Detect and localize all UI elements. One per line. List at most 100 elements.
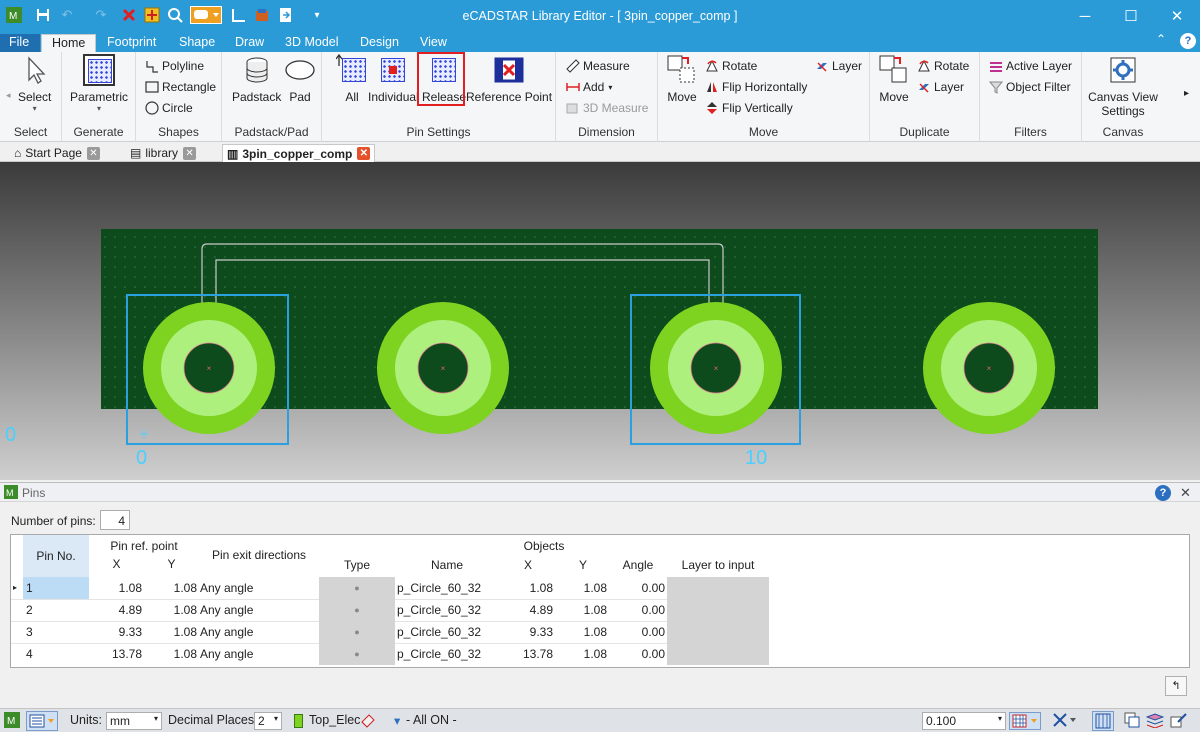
- tab-footprint[interactable]: Footprint: [97, 34, 166, 52]
- table-row[interactable]: 3 9.33 1.08 Any angle ● p_Circle_60_32 9…: [11, 621, 769, 643]
- pad-4[interactable]: ×: [923, 302, 1055, 434]
- decimal-places-select[interactable]: 2 ▾: [254, 712, 282, 730]
- duplicate-layer-button[interactable]: Layer: [916, 78, 964, 96]
- cell-ref-y[interactable]: 1.08: [144, 577, 199, 599]
- copy-view-icon[interactable]: [1124, 712, 1140, 731]
- tab-shape[interactable]: Shape: [169, 34, 225, 52]
- close-tab-icon[interactable]: ✕: [183, 146, 197, 160]
- tab-3d-model[interactable]: 3D Model: [275, 34, 349, 52]
- padstack-button[interactable]: Padstack: [232, 54, 281, 104]
- cell-obj-y[interactable]: 1.08: [557, 643, 609, 665]
- cell-layer-to-input[interactable]: [667, 621, 769, 643]
- flip-horizontally-button[interactable]: Flip Horizontally: [704, 78, 807, 96]
- cell-ref-y[interactable]: 1.08: [144, 643, 199, 665]
- table-row[interactable]: 4 13.78 1.08 Any angle ● p_Circle_60_32 …: [11, 643, 769, 665]
- tab-design[interactable]: Design: [350, 34, 409, 52]
- header-pin-exit-directions[interactable]: Pin exit directions: [199, 548, 319, 562]
- cell-obj-y[interactable]: 1.08: [557, 599, 609, 621]
- cell-layer-to-input[interactable]: [667, 577, 769, 599]
- cell-exit-direction[interactable]: Any angle: [199, 621, 319, 643]
- active-layer-status[interactable]: Top_Elec: [309, 713, 360, 727]
- filter-status[interactable]: - All ON -: [406, 713, 457, 727]
- doc-tab-start-page[interactable]: ⌂ Start Page ✕: [10, 144, 104, 162]
- pins-close-icon[interactable]: ✕: [1180, 485, 1191, 501]
- number-of-pins-input[interactable]: 4: [100, 510, 130, 530]
- cell-pin-no[interactable]: 3: [23, 621, 89, 643]
- cell-obj-x[interactable]: 4.89: [499, 599, 557, 621]
- move-layer-button[interactable]: Layer: [814, 57, 862, 75]
- pins-help-icon[interactable]: ?: [1155, 485, 1171, 501]
- header-pin-no[interactable]: Pin No.: [23, 535, 89, 577]
- cell-angle[interactable]: 0.00: [609, 621, 667, 643]
- cell-exit-direction[interactable]: Any angle: [199, 643, 319, 665]
- cell-obj-x[interactable]: 9.33: [499, 621, 557, 643]
- cell-obj-x[interactable]: 13.78: [499, 643, 557, 665]
- cell-ref-y[interactable]: 1.08: [144, 621, 199, 643]
- help-icon[interactable]: ?: [1180, 33, 1196, 49]
- design-canvas[interactable]: × × × × 0 0 10: [0, 162, 1200, 480]
- header-layer-to-input[interactable]: Layer to input: [667, 558, 769, 572]
- collapse-ribbon-icon[interactable]: ⌃: [1156, 32, 1166, 46]
- layer-stack-icon[interactable]: [1145, 712, 1165, 731]
- cell-ref-x[interactable]: 4.89: [89, 599, 144, 621]
- grid-display-button[interactable]: [1009, 712, 1041, 730]
- cell-object-name[interactable]: p_Circle_60_32: [397, 577, 499, 599]
- header-obj-x[interactable]: X: [499, 558, 557, 572]
- doc-tab-library[interactable]: ▤ library ✕: [126, 144, 200, 162]
- ribbon-scroll-left-icon[interactable]: ◂: [6, 90, 11, 101]
- ribbon-scroll-right-icon[interactable]: ▸: [1184, 88, 1189, 99]
- cell-exit-direction[interactable]: Any angle: [199, 577, 319, 599]
- tab-file[interactable]: File: [0, 34, 40, 52]
- cell-layer-to-input[interactable]: [667, 599, 769, 621]
- maximize-button[interactable]: ☐: [1108, 0, 1154, 32]
- pad-2[interactable]: ×: [377, 302, 509, 434]
- cell-obj-y[interactable]: 1.08: [557, 621, 609, 643]
- tab-view[interactable]: View: [410, 34, 457, 52]
- cell-angle[interactable]: 0.00: [609, 577, 667, 599]
- header-obj-y[interactable]: Y: [557, 558, 609, 572]
- cell-ref-x[interactable]: 9.33: [89, 621, 144, 643]
- cell-ref-y[interactable]: 1.08: [144, 599, 199, 621]
- cell-angle[interactable]: 0.00: [609, 643, 667, 665]
- reference-point-button[interactable]: Reference Point: [466, 54, 552, 104]
- circle-button[interactable]: Circle: [144, 99, 193, 117]
- pad-button[interactable]: Pad: [284, 54, 316, 104]
- close-tab-icon[interactable]: ✕: [86, 146, 100, 160]
- pad-1[interactable]: ×: [143, 302, 275, 434]
- cell-obj-x[interactable]: 1.08: [499, 577, 557, 599]
- property-edit-icon[interactable]: [1170, 712, 1188, 731]
- units-select[interactable]: mm ▾: [106, 712, 162, 730]
- active-layer-button[interactable]: Active Layer: [988, 57, 1072, 75]
- duplicate-rotate-button[interactable]: Rotate: [916, 57, 969, 75]
- flip-vertically-button[interactable]: Flip Vertically: [704, 99, 793, 117]
- header-name[interactable]: Name: [395, 558, 499, 572]
- panel-layout-button[interactable]: [26, 711, 58, 731]
- header-angle[interactable]: Angle: [609, 558, 667, 572]
- pin-all-button[interactable]: All: [336, 54, 368, 104]
- canvas-view-settings-button[interactable]: Canvas View Settings: [1088, 54, 1158, 118]
- measure-button[interactable]: Measure: [565, 57, 630, 75]
- object-filter-button[interactable]: Object Filter: [988, 78, 1071, 96]
- add-dimension-button[interactable]: Add ▾: [565, 78, 612, 96]
- cell-obj-y[interactable]: 1.08: [557, 577, 609, 599]
- layer-eraser-icon[interactable]: [360, 712, 376, 731]
- tab-draw[interactable]: Draw: [225, 34, 274, 52]
- rotate-button[interactable]: Rotate: [704, 57, 757, 75]
- pin-individual-button[interactable]: Individual: [368, 54, 419, 104]
- cell-ref-x[interactable]: 13.78: [89, 643, 144, 665]
- cell-object-name[interactable]: p_Circle_60_32: [397, 599, 499, 621]
- cell-object-name[interactable]: p_Circle_60_32: [397, 643, 499, 665]
- header-ref-x[interactable]: X: [89, 557, 144, 571]
- cell-ref-x[interactable]: 1.08: [89, 577, 144, 599]
- rectangle-button[interactable]: Rectangle: [144, 78, 216, 96]
- parametric-button[interactable]: Parametric ▾: [70, 54, 128, 113]
- move-button[interactable]: Move: [666, 54, 698, 104]
- cell-layer-to-input[interactable]: [667, 643, 769, 665]
- tab-home[interactable]: Home: [41, 34, 97, 52]
- table-row[interactable]: 2 4.89 1.08 Any angle ● p_Circle_60_32 4…: [11, 599, 769, 621]
- close-button[interactable]: ✕: [1154, 0, 1200, 32]
- snap-mode-icon[interactable]: [1052, 712, 1078, 731]
- cell-pin-no[interactable]: 1: [23, 577, 89, 599]
- header-ref-y[interactable]: Y: [144, 557, 199, 571]
- panel-resize-icon[interactable]: ↰: [1165, 676, 1187, 696]
